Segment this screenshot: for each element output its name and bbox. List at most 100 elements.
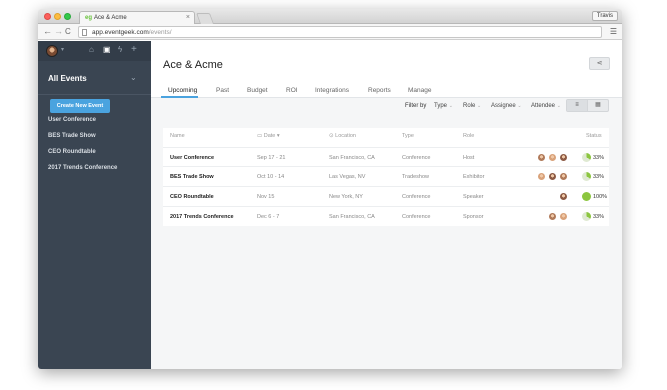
event-name-cell[interactable]: User Conference <box>170 155 214 161</box>
sidebar-header[interactable]: All Events ⌄ <box>38 61 151 95</box>
page-title: Ace & Acme <box>163 59 223 71</box>
filter-role-label: Role <box>463 103 476 109</box>
tab-integrations[interactable]: Integrations <box>315 87 349 94</box>
list-view-icon[interactable]: ≡ <box>567 100 588 111</box>
sidebar-item-bes-trade-show[interactable]: BES Trade Show <box>48 133 96 139</box>
back-arrow-icon[interactable]: ← <box>43 26 52 37</box>
event-name-cell[interactable]: CEO Roundtable <box>170 194 214 200</box>
title-bar: eg Ace & Acme × Travis <box>38 9 622 24</box>
user-avatar[interactable] <box>46 45 58 57</box>
minimize-window-button[interactable] <box>54 13 61 20</box>
sidebar-title: All Events <box>48 74 87 83</box>
role-cell: Host <box>463 155 475 161</box>
attendee-avatar[interactable] <box>537 172 546 181</box>
column-header-role[interactable]: Role <box>463 133 474 139</box>
table-row[interactable]: User Conference Sep 17 - 21 San Francisco,… <box>163 147 609 167</box>
bolt-icon[interactable]: ϟ <box>118 45 122 55</box>
location-cell: San Francisco, CA <box>329 155 375 161</box>
column-header-name[interactable]: Name <box>170 133 185 139</box>
table-row[interactable]: 2017 Trends Conference Dec 6 - 7 San Franc… <box>163 206 609 226</box>
attendee-avatar[interactable] <box>559 153 568 162</box>
location-cell: San Francisco, CA <box>329 214 375 220</box>
attendee-avatar[interactable] <box>548 172 557 181</box>
location-cell: New York, NY <box>329 194 363 200</box>
filter-assignee-label: Assignee <box>491 103 516 109</box>
active-tab-indicator <box>161 96 198 98</box>
filter-assignee-dropdown[interactable]: Assignee ⌄ <box>491 103 522 109</box>
menu-icon[interactable]: ☰ <box>610 27 617 36</box>
tab-past[interactable]: Past <box>216 87 229 94</box>
event-name-cell[interactable]: 2017 Trends Conference <box>170 214 234 220</box>
tab-upcoming[interactable]: Upcoming <box>168 87 197 94</box>
create-new-event-button[interactable]: Create New Event <box>50 99 110 113</box>
event-name-cell[interactable]: BES Trade Show <box>170 174 214 180</box>
tab-close-icon[interactable]: × <box>186 12 190 24</box>
tab-budget[interactable]: Budget <box>247 87 268 94</box>
filter-by-label: Filter by <box>405 103 427 109</box>
date-header-label: Date <box>263 133 276 139</box>
chevron-down-icon: ⌄ <box>477 103 482 109</box>
attendee-avatar[interactable] <box>559 172 568 181</box>
column-header-status[interactable]: Status <box>586 133 602 139</box>
filter-attendee-dropdown[interactable]: Attendee ⌄ <box>531 103 561 109</box>
eventgeek-favicon-icon: eg <box>85 15 93 21</box>
attendee-avatar[interactable] <box>559 212 568 221</box>
share-button[interactable]: ⋖ <box>589 57 610 70</box>
date-cell: Oct 10 - 14 <box>257 174 285 180</box>
sidebar-item-user-conference[interactable]: User Conference <box>48 117 96 123</box>
calendar-view-icon[interactable]: ▦ <box>588 100 608 111</box>
table-row[interactable]: CEO Roundtable Nov 15 New York, NY Conferen… <box>163 186 609 206</box>
browser-tab[interactable]: eg Ace & Acme × <box>79 11 195 24</box>
forward-arrow-icon[interactable]: → <box>54 26 63 37</box>
column-header-location[interactable]: ⊙ Location <box>329 133 356 139</box>
new-tab-button[interactable] <box>195 13 215 24</box>
close-window-button[interactable] <box>44 13 51 20</box>
column-header-date[interactable]: ▭ Date ▾ <box>257 133 280 139</box>
attendee-avatar[interactable] <box>548 212 557 221</box>
column-header-type[interactable]: Type <box>402 133 414 139</box>
main-header: Ace & Acme ⋖ Upcoming Past Budget ROI In… <box>151 41 622 98</box>
attendee-avatar[interactable] <box>537 153 546 162</box>
status-progress-pie <box>582 192 591 201</box>
attendee-avatar[interactable] <box>548 153 557 162</box>
sidebar-item-2017-trends-conference[interactable]: 2017 Trends Conference <box>48 165 117 171</box>
status-progress-pie <box>582 153 591 162</box>
role-cell: Sponsor <box>463 214 484 220</box>
filter-type-label: Type <box>434 103 448 109</box>
status-percent: 33% <box>593 174 605 180</box>
status-progress-pie <box>582 212 591 221</box>
chevron-down-icon[interactable]: ▾ <box>61 46 64 53</box>
suitcase-icon[interactable]: ▣ <box>103 45 111 55</box>
type-cell: Conference <box>402 155 431 161</box>
type-cell: Tradeshow <box>402 174 430 180</box>
browser-user-badge[interactable]: Travis <box>591 11 618 21</box>
type-cell: Conference <box>402 194 431 200</box>
tab-roi[interactable]: ROI <box>286 87 298 94</box>
date-cell: Nov 15 <box>257 194 275 200</box>
sort-caret-icon: ▾ <box>276 133 280 139</box>
date-cell: Dec 6 - 7 <box>257 214 280 220</box>
status-progress-pie <box>582 172 591 181</box>
role-cell: Exhibitor <box>463 174 485 180</box>
status-percent: 33% <box>593 155 605 161</box>
table-row[interactable]: BES Trade Show Oct 10 - 14 Las Vegas, NV Tr… <box>163 166 609 186</box>
home-icon[interactable]: ⌂ <box>89 45 94 55</box>
chevron-down-icon: ⌄ <box>448 103 453 109</box>
filter-type-dropdown[interactable]: Type ⌄ <box>434 103 453 109</box>
chevron-down-icon: ⌄ <box>556 103 561 109</box>
tab-manage[interactable]: Manage <box>408 87 432 94</box>
attendee-avatar[interactable] <box>559 192 568 201</box>
map-pin-icon: ⊙ <box>329 133 334 139</box>
filter-role-dropdown[interactable]: Role ⌄ <box>463 103 481 109</box>
tab-reports[interactable]: Reports <box>368 87 391 94</box>
chevron-down-icon: ⌄ <box>517 103 522 109</box>
sidebar: ▾ ⌂ ▣ ϟ + All Events ⌄ User Conference B… <box>38 41 151 369</box>
plus-icon[interactable]: + <box>131 45 137 55</box>
location-cell: Las Vegas, NV <box>329 174 366 180</box>
address-bar[interactable]: app.eventgeek.com/events/ <box>78 26 602 38</box>
reload-icon[interactable]: C <box>65 26 71 37</box>
chevron-down-icon[interactable]: ⌄ <box>130 73 137 82</box>
type-cell: Conference <box>402 214 431 220</box>
maximize-window-button[interactable] <box>64 13 71 20</box>
sidebar-item-ceo-roundtable[interactable]: CEO Roundtable <box>48 149 96 155</box>
